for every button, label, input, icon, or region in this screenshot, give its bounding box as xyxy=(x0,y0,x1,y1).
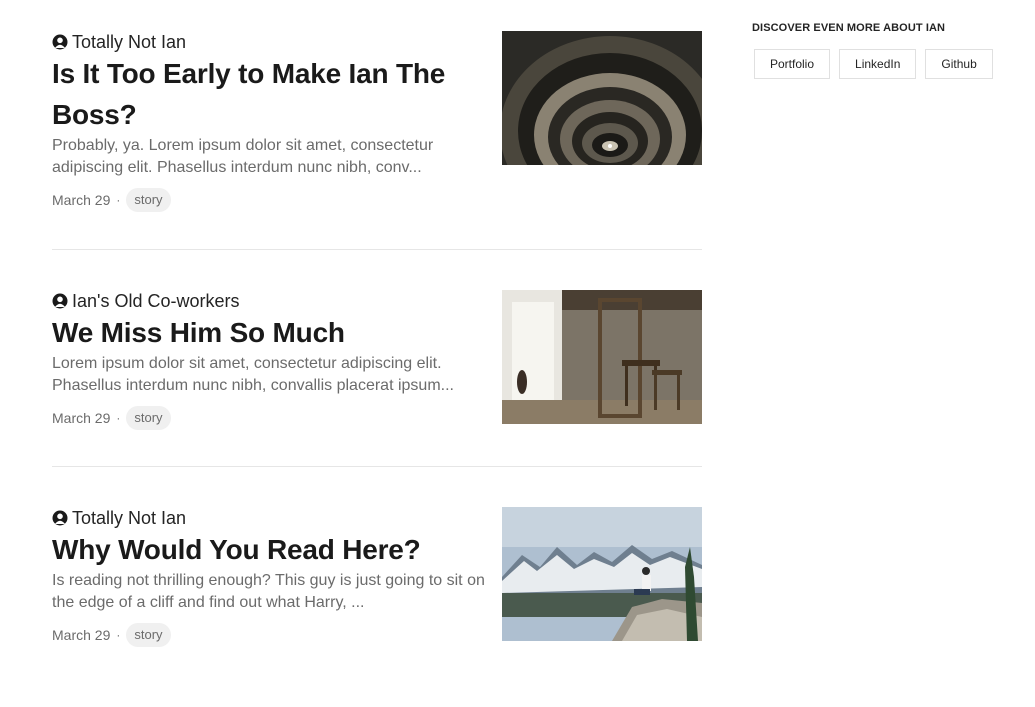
tag-pill[interactable]: story xyxy=(126,188,171,212)
article-title[interactable]: Why Would You Read Here? xyxy=(52,529,492,570)
meta-separator: · xyxy=(116,628,121,642)
article-excerpt[interactable]: Lorem ipsum dolor sit amet, consectetur … xyxy=(52,353,492,397)
article-meta: March 29 · story xyxy=(52,188,492,212)
article-title[interactable]: Is It Too Early to Make Ian The Boss? xyxy=(52,53,492,135)
article-card[interactable]: Totally Not Ian Is It Too Early to Make … xyxy=(52,31,702,231)
meta-separator: · xyxy=(116,411,121,425)
meta-separator: · xyxy=(116,193,121,207)
article-meta: March 29 · story xyxy=(52,406,492,430)
portfolio-link[interactable]: Portfolio xyxy=(754,49,831,79)
spiral-staircase-image[interactable] xyxy=(502,31,702,165)
article-text: Totally Not Ian Is It Too Early to Make … xyxy=(52,31,492,212)
mountain-cliff-image[interactable] xyxy=(502,507,702,641)
user-avatar-icon xyxy=(52,293,68,309)
tag-pill[interactable]: story xyxy=(126,623,171,647)
article-card[interactable]: Totally Not Ian Why Would You Read Here?… xyxy=(52,507,702,707)
article-title[interactable]: We Miss Him So Much xyxy=(52,312,492,353)
article-date: March 29 xyxy=(52,627,111,643)
article-date: March 29 xyxy=(52,410,111,426)
author-name[interactable]: Totally Not Ian xyxy=(72,508,186,529)
article-text: Ian's Old Co-workers We Miss Him So Much… xyxy=(52,290,492,430)
author-row[interactable]: Totally Not Ian xyxy=(52,31,492,53)
tag-pill[interactable]: story xyxy=(126,406,171,430)
author-row[interactable]: Ian's Old Co-workers xyxy=(52,290,492,312)
linkedin-link[interactable]: LinkedIn xyxy=(839,49,917,79)
article-divider xyxy=(52,249,702,250)
empty-room-image[interactable] xyxy=(502,290,702,424)
user-avatar-icon xyxy=(52,510,68,526)
article-excerpt[interactable]: Probably, ya. Lorem ipsum dolor sit amet… xyxy=(52,135,492,179)
github-link[interactable]: Github xyxy=(925,49,993,79)
article-meta: March 29 · story xyxy=(52,623,492,647)
article-divider xyxy=(52,466,702,467)
sidebar-links: Portfolio LinkedIn Github xyxy=(754,49,1002,79)
article-card[interactable]: Ian's Old Co-workers We Miss Him So Much… xyxy=(52,290,702,490)
article-text: Totally Not Ian Why Would You Read Here?… xyxy=(52,507,492,647)
author-name[interactable]: Ian's Old Co-workers xyxy=(72,291,239,312)
sidebar-title: DISCOVER EVEN MORE ABOUT IAN xyxy=(752,22,946,34)
article-date: March 29 xyxy=(52,192,111,208)
author-row[interactable]: Totally Not Ian xyxy=(52,507,492,529)
article-excerpt[interactable]: Is reading not thrilling enough? This gu… xyxy=(52,570,492,614)
user-avatar-icon xyxy=(52,34,68,50)
author-name[interactable]: Totally Not Ian xyxy=(72,32,186,53)
